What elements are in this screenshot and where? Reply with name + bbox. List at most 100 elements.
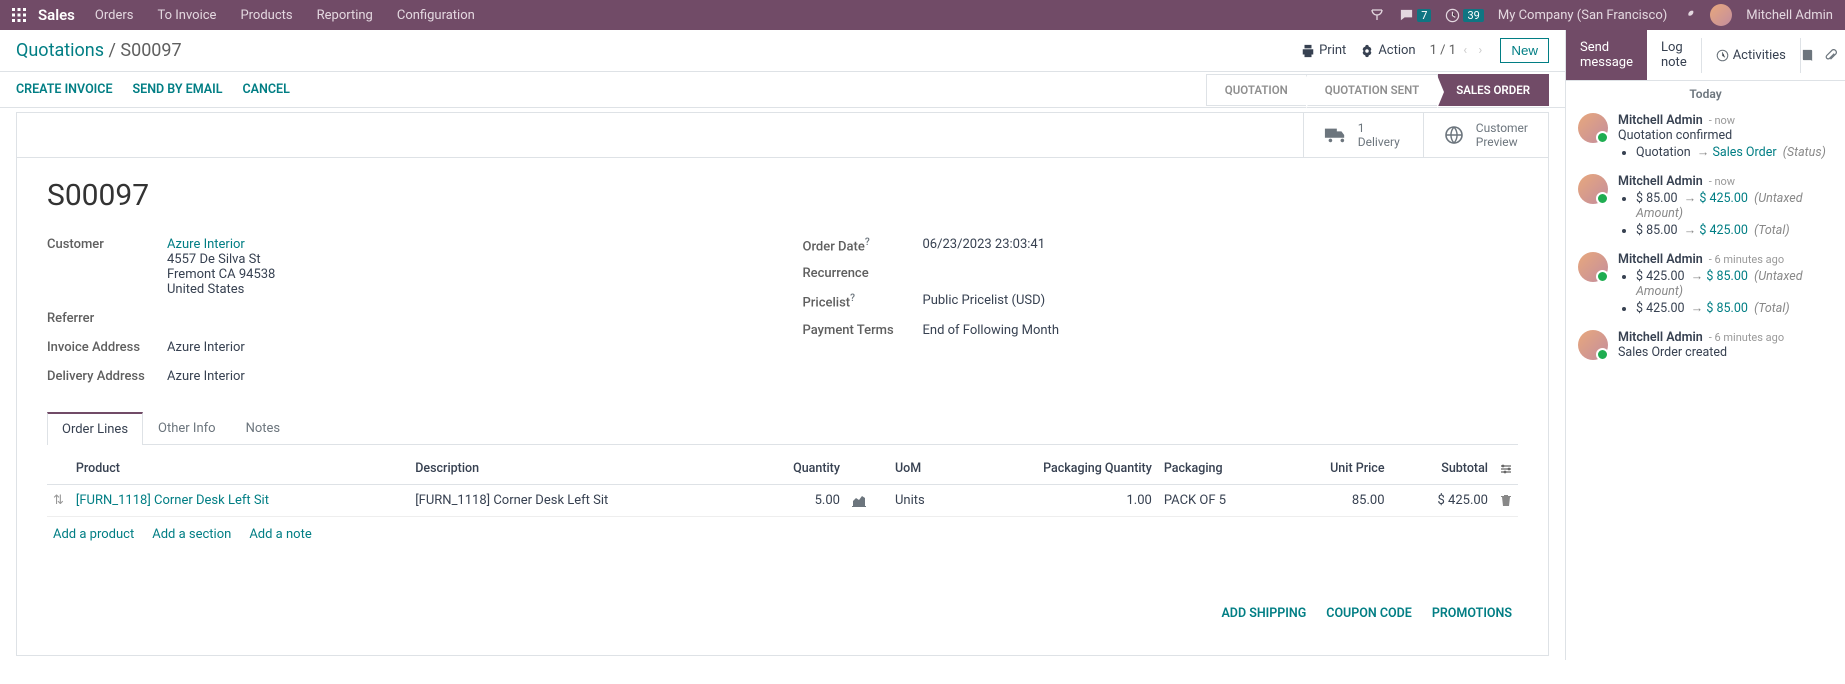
message-author[interactable]: Mitchell Admin bbox=[1618, 113, 1703, 128]
line-price[interactable]: 85.00 bbox=[1281, 485, 1391, 517]
forecast-icon[interactable] bbox=[852, 495, 883, 507]
invoice-addr-value[interactable]: Azure Interior bbox=[167, 340, 245, 355]
customer-preview-button[interactable]: Customer Preview bbox=[1423, 113, 1548, 157]
payment-terms-label: Payment Terms bbox=[803, 323, 923, 338]
tab-notes[interactable]: Notes bbox=[231, 412, 296, 444]
tab-order-lines[interactable]: Order Lines bbox=[47, 412, 143, 445]
message-author[interactable]: Mitchell Admin bbox=[1618, 174, 1703, 189]
drag-handle-icon[interactable]: ⇅ bbox=[47, 485, 70, 517]
send-email-button[interactable]: SEND BY EMAIL bbox=[133, 82, 223, 97]
activities-button[interactable]: Activities bbox=[1701, 38, 1801, 73]
recurrence-label: Recurrence bbox=[803, 266, 923, 281]
message-avatar[interactable] bbox=[1578, 252, 1608, 282]
chatter-date: Today bbox=[1566, 81, 1845, 107]
line-pkg-qty[interactable]: 1.00 bbox=[958, 485, 1158, 517]
col-quantity: Quantity bbox=[749, 453, 846, 485]
message-avatar[interactable] bbox=[1578, 113, 1608, 143]
message-text: Quotation confirmed bbox=[1618, 128, 1833, 143]
action-button[interactable]: Action bbox=[1360, 43, 1415, 58]
message-time: - 6 minutes ago bbox=[1709, 331, 1784, 344]
col-options[interactable] bbox=[1494, 453, 1518, 485]
record-title: S00097 bbox=[47, 178, 1518, 213]
company-name[interactable]: My Company (San Francisco) bbox=[1498, 8, 1667, 23]
pager-next[interactable]: › bbox=[1474, 43, 1486, 58]
nav-products[interactable]: Products bbox=[240, 8, 292, 23]
customer-country: United States bbox=[167, 282, 275, 297]
user-avatar[interactable] bbox=[1710, 4, 1732, 26]
track-item: Quotation → Sales Order (Status) bbox=[1636, 145, 1833, 160]
nav-reporting[interactable]: Reporting bbox=[317, 8, 373, 23]
line-description[interactable]: [FURN_1118] Corner Desk Left Sit bbox=[409, 485, 748, 517]
tab-other-info[interactable]: Other Info bbox=[143, 412, 231, 444]
promotions-button[interactable]: PROMOTIONS bbox=[1432, 606, 1512, 621]
pricelist-value[interactable]: Public Pricelist (USD) bbox=[923, 293, 1046, 308]
stage-quotation[interactable]: QUOTATION bbox=[1206, 74, 1307, 106]
message-author[interactable]: Mitchell Admin bbox=[1618, 330, 1703, 345]
delivery-count: 1 bbox=[1358, 121, 1400, 135]
pager-prev[interactable]: ‹ bbox=[1459, 43, 1471, 58]
book-icon[interactable] bbox=[1801, 49, 1814, 62]
nav-to-invoice[interactable]: To Invoice bbox=[157, 8, 216, 23]
add-note-button[interactable]: Add a note bbox=[249, 527, 311, 542]
customer-link[interactable]: Azure Interior bbox=[167, 237, 245, 252]
order-date-value[interactable]: 06/23/2023 23:03:41 bbox=[923, 237, 1046, 252]
user-name[interactable]: Mitchell Admin bbox=[1746, 8, 1833, 23]
attachment-icon[interactable] bbox=[1824, 49, 1837, 62]
app-brand[interactable]: Sales bbox=[38, 6, 75, 24]
new-button[interactable]: New bbox=[1500, 38, 1549, 63]
clock-badge: 39 bbox=[1463, 9, 1483, 22]
customer-street: 4557 De Silva St bbox=[167, 252, 275, 267]
delivery-addr-value[interactable]: Azure Interior bbox=[167, 369, 245, 384]
line-packaging[interactable]: PACK OF 5 bbox=[1158, 485, 1281, 517]
chatter-message: Mitchell Admin - 6 minutes ago Sales Ord… bbox=[1566, 324, 1845, 366]
pricelist-label: Pricelist? bbox=[803, 293, 923, 310]
create-invoice-button[interactable]: CREATE INVOICE bbox=[16, 82, 113, 97]
nav-configuration[interactable]: Configuration bbox=[397, 8, 475, 23]
order-date-label: Order Date? bbox=[803, 237, 923, 254]
stage-quotation-sent[interactable]: QUOTATION SENT bbox=[1307, 74, 1438, 106]
stage-sales-order[interactable]: SALES ORDER bbox=[1438, 74, 1549, 106]
col-product: Product bbox=[70, 453, 409, 485]
add-shipping-button[interactable]: ADD SHIPPING bbox=[1221, 606, 1306, 621]
apps-icon[interactable] bbox=[12, 8, 26, 22]
message-avatar[interactable] bbox=[1578, 174, 1608, 204]
log-note-button[interactable]: Log note bbox=[1647, 30, 1701, 80]
send-message-button[interactable]: Send message bbox=[1566, 30, 1647, 80]
breadcrumb-root[interactable]: Quotations bbox=[16, 40, 104, 61]
delivery-label: Delivery bbox=[1358, 135, 1400, 149]
top-nav: Orders To Invoice Products Reporting Con… bbox=[95, 8, 475, 23]
chatter-message: Mitchell Admin - now Quotation confirmed… bbox=[1566, 107, 1845, 168]
phone-icon[interactable] bbox=[1369, 7, 1385, 23]
form-sheet: 1 Delivery Customer Preview S00097 Custo… bbox=[16, 112, 1549, 656]
message-avatar[interactable] bbox=[1578, 330, 1608, 360]
col-unit-price: Unit Price bbox=[1281, 453, 1391, 485]
track-item: $ 425.00 → $ 85.00 (Untaxed Amount) bbox=[1636, 269, 1833, 299]
breadcrumb-current: S00097 bbox=[120, 40, 181, 61]
clock-icon[interactable]: 39 bbox=[1445, 8, 1483, 23]
col-description: Description bbox=[409, 453, 748, 485]
table-row[interactable]: ⇅ [FURN_1118] Corner Desk Left Sit [FURN… bbox=[47, 485, 1518, 517]
referrer-label: Referrer bbox=[47, 311, 167, 326]
cancel-button[interactable]: CANCEL bbox=[242, 82, 289, 97]
nav-orders[interactable]: Orders bbox=[95, 8, 134, 23]
tabs: Order Lines Other Info Notes bbox=[47, 412, 1518, 445]
wrench-icon[interactable] bbox=[1681, 8, 1696, 23]
payment-terms-value[interactable]: End of Following Month bbox=[923, 323, 1059, 338]
topbar: Sales Orders To Invoice Products Reporti… bbox=[0, 0, 1845, 30]
delivery-stat-button[interactable]: 1 Delivery bbox=[1303, 113, 1423, 157]
col-subtotal: Subtotal bbox=[1391, 453, 1494, 485]
line-qty[interactable]: 5.00 bbox=[749, 485, 846, 517]
chat-icon[interactable]: 7 bbox=[1399, 8, 1431, 23]
track-item: $ 85.00 → $ 425.00 (Total) bbox=[1636, 223, 1833, 238]
coupon-code-button[interactable]: COUPON CODE bbox=[1326, 606, 1412, 621]
add-product-button[interactable]: Add a product bbox=[53, 527, 134, 542]
add-section-button[interactable]: Add a section bbox=[152, 527, 231, 542]
line-uom[interactable]: Units bbox=[889, 485, 958, 517]
print-button[interactable]: Print bbox=[1301, 43, 1346, 58]
message-author[interactable]: Mitchell Admin bbox=[1618, 252, 1703, 267]
delete-line-icon[interactable] bbox=[1494, 485, 1518, 517]
product-link[interactable]: [FURN_1118] Corner Desk Left Sit bbox=[76, 493, 269, 508]
invoice-addr-label: Invoice Address bbox=[47, 340, 167, 355]
track-item: $ 425.00 → $ 85.00 (Total) bbox=[1636, 301, 1833, 316]
chatter: Send message Log note Activities 2 Follo… bbox=[1565, 30, 1845, 660]
